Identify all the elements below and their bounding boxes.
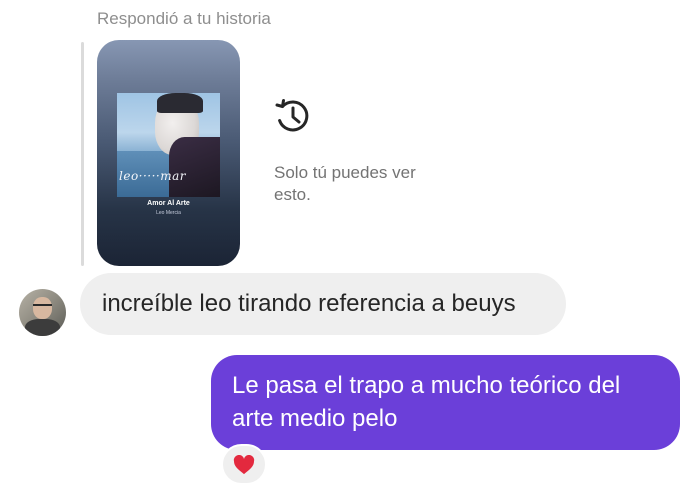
history-icon bbox=[275, 99, 309, 132]
private-note: Solo tú puedes ver esto. bbox=[274, 163, 416, 204]
album-cover-hair bbox=[157, 93, 203, 113]
reply-quote-bar bbox=[81, 42, 84, 266]
received-message-text: increíble leo tirando referencia a beuys bbox=[102, 290, 516, 317]
song-artist: Leo Mercia bbox=[156, 210, 181, 216]
avatar[interactable] bbox=[19, 289, 66, 336]
avatar-glasses bbox=[33, 304, 52, 311]
received-message-bubble[interactable]: increíble leo tirando referencia a beuys bbox=[80, 273, 566, 335]
heart-icon bbox=[233, 454, 255, 474]
sent-message-text: Le pasa el trapo a mucho teórico del art… bbox=[232, 372, 621, 432]
story-reply-header: Respondió a tu historia bbox=[97, 9, 271, 28]
avatar-shirt bbox=[25, 319, 60, 336]
song-title: Amor Al Arte bbox=[147, 200, 190, 207]
album-cover: leo·····mar bbox=[117, 93, 220, 197]
message-reaction[interactable] bbox=[221, 444, 267, 485]
sent-message-bubble[interactable]: Le pasa el trapo a mucho teórico del art… bbox=[211, 355, 680, 450]
album-cover-script: leo·····mar bbox=[119, 169, 187, 183]
album-cover-coat bbox=[169, 137, 220, 197]
story-preview-card[interactable]: leo·····mar Amor Al Arte Leo Mercia bbox=[97, 40, 240, 266]
